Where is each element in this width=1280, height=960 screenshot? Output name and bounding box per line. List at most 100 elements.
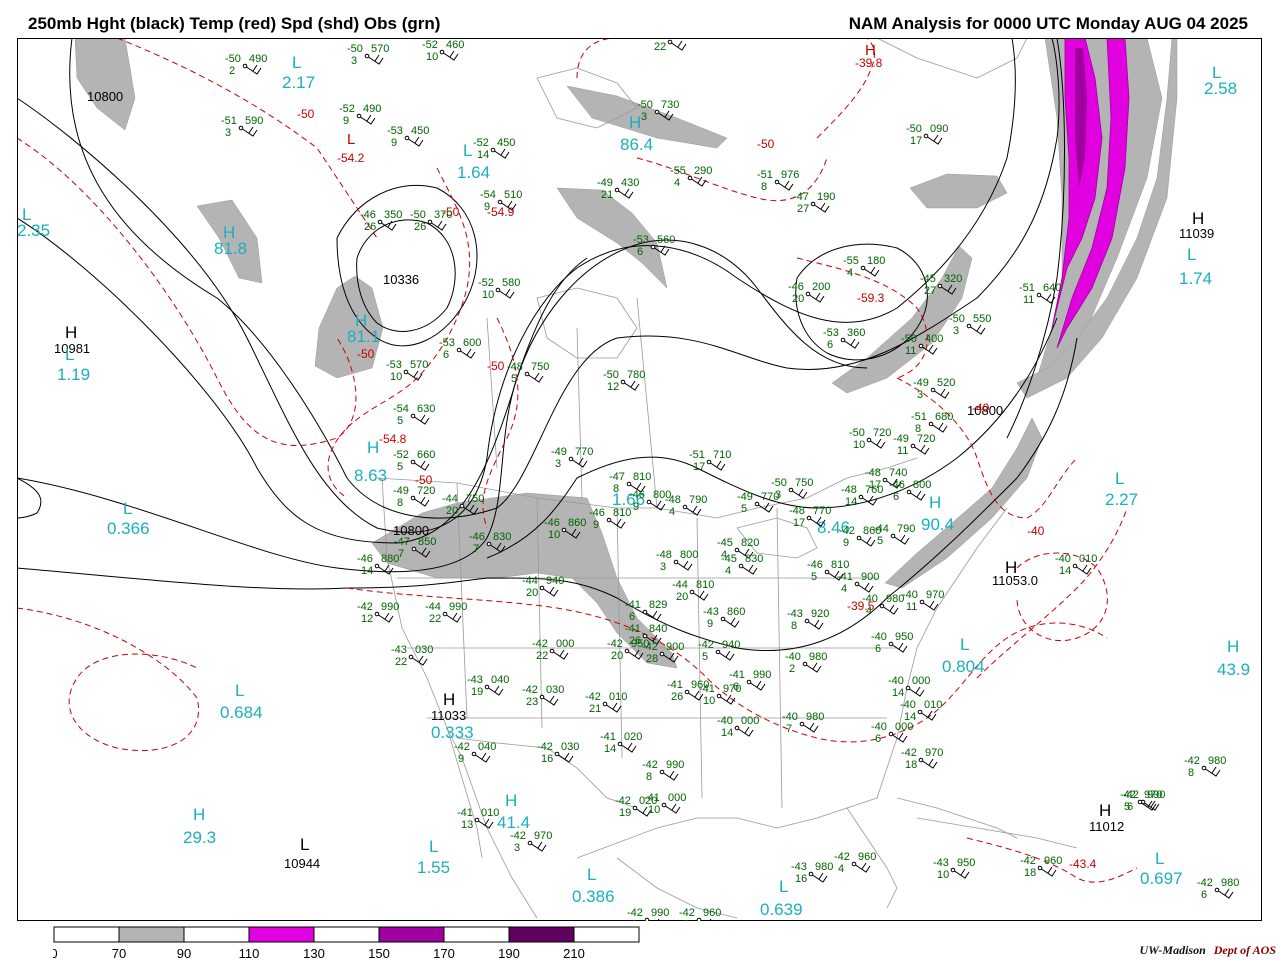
station-height: 010 — [609, 691, 627, 703]
station-temp: -52 — [473, 137, 489, 149]
station-height: 860 — [568, 517, 586, 529]
wind-barb — [812, 202, 830, 213]
station-plot: -42 940 5 — [698, 639, 740, 663]
station-plot: -50 090 17 — [906, 123, 948, 147]
station-plot: -40 950 6 — [871, 631, 913, 655]
wind-barb — [853, 862, 871, 873]
station-dewpoint: 19 — [471, 686, 483, 698]
station-height: 000 — [895, 721, 913, 733]
station-temp: -42 — [532, 638, 548, 650]
station-temp: -54 — [393, 403, 409, 415]
station-dot — [879, 603, 885, 609]
station-temp: -46 — [889, 479, 905, 491]
station-dot — [851, 861, 857, 867]
station-dewpoint: 17 — [869, 479, 881, 491]
station-dot — [617, 741, 623, 747]
legend-tick-label: 170 — [433, 946, 455, 960]
station-height: 580 — [502, 277, 520, 289]
station-dewpoint: 21 — [589, 703, 601, 715]
station-plot: -49 720 8 — [393, 485, 435, 509]
station-dewpoint: 10 — [703, 695, 715, 707]
speed-label: 86.4 — [620, 135, 653, 154]
station-dot — [888, 641, 894, 647]
station-dewpoint: 5 — [741, 503, 747, 515]
station-dot — [966, 323, 972, 329]
station-dewpoint: 27 — [797, 203, 809, 215]
speed-marker: L — [1187, 245, 1196, 264]
station-temp: -50 — [603, 369, 619, 381]
wind-barb — [881, 604, 899, 615]
station-dewpoint: 7 — [683, 919, 689, 921]
station-plot: -42 030 23 — [522, 684, 564, 708]
station-dot — [374, 563, 380, 569]
speed-label: 1.64 — [457, 163, 490, 182]
station-dot — [404, 135, 410, 141]
station-height: 810 — [613, 507, 631, 519]
wind-barb — [429, 220, 447, 231]
station-height: 750 — [531, 361, 549, 373]
station-temp: -40 — [871, 631, 887, 643]
wind-barb — [921, 600, 939, 611]
speed-marker: H — [367, 438, 379, 457]
station-dewpoint: 11 — [897, 445, 908, 457]
speed-marker: L — [1155, 849, 1164, 868]
wind-barb — [862, 266, 880, 277]
station-dewpoint: 16 — [795, 873, 807, 885]
station-dewpoint: 6 — [875, 733, 881, 745]
station-dewpoint: 8 — [646, 771, 652, 783]
station-temp: -40 — [888, 675, 904, 687]
station-temp: -50 — [771, 477, 787, 489]
station-dot — [495, 287, 501, 293]
station-dot — [866, 437, 872, 443]
station-dot — [1137, 799, 1143, 805]
station-temp: -48 — [656, 549, 672, 561]
station-plot: -40 980 7 — [782, 711, 824, 735]
station-height: 850 — [418, 536, 436, 548]
wind-barb — [458, 348, 476, 359]
legend-ticks: 0 70 90 110 130 150 170 190 210 — [53, 946, 585, 960]
station-height: 490 — [363, 103, 381, 115]
station-dewpoint: 20 — [792, 293, 804, 305]
station-height: 950 — [957, 857, 975, 869]
station-dewpoint: 26 — [414, 221, 426, 233]
station-temp: -42 — [1184, 755, 1200, 767]
station-height: 820 — [741, 537, 759, 549]
station-dot — [774, 179, 780, 185]
temp-label: -43.4 — [1069, 857, 1097, 871]
station-temp: -50 — [410, 209, 426, 221]
station-dewpoint: 10 — [648, 804, 660, 816]
speed-marker: L — [292, 53, 301, 72]
station-height: 710 — [713, 449, 731, 461]
station-dot — [715, 649, 721, 655]
station-dewpoint: 5 — [1124, 801, 1130, 813]
station-temp: -50 — [849, 427, 865, 439]
station-plot: -48 790 4 — [665, 494, 707, 518]
station-plot: -42 990 8 — [642, 759, 684, 783]
station-dot — [490, 147, 496, 153]
station-height: 950 — [895, 631, 913, 643]
station-dewpoint: 18 — [1024, 867, 1036, 879]
speed-marker: L — [587, 865, 596, 884]
station-height: 680 — [935, 411, 953, 423]
station-dewpoint: 5 — [811, 571, 817, 583]
station-dot — [486, 541, 492, 547]
station-plot: -52 490 9 — [339, 103, 381, 127]
station-dot — [689, 589, 695, 595]
station-height: 980 — [886, 593, 904, 605]
station-temp: -49 — [737, 491, 753, 503]
speed-label: 0.386 — [572, 887, 615, 906]
station-dewpoint: 7 — [473, 543, 479, 555]
station-temp: -42 — [454, 741, 470, 753]
speed-label: 0.639 — [760, 900, 803, 919]
legend-tick-label: 70 — [112, 946, 126, 960]
wind-barb — [406, 136, 424, 147]
station-dot — [650, 244, 656, 250]
station-temp: -42 — [615, 795, 631, 807]
jet-core-canada-2 — [556, 187, 668, 289]
station-dot — [1036, 292, 1042, 298]
station-height: 000 — [668, 792, 686, 804]
station-dewpoint: 18 — [905, 759, 917, 771]
wind-barb — [930, 422, 948, 433]
station-plot: -46 810 9 — [589, 507, 631, 531]
station-dewpoint: 14 — [892, 687, 904, 699]
